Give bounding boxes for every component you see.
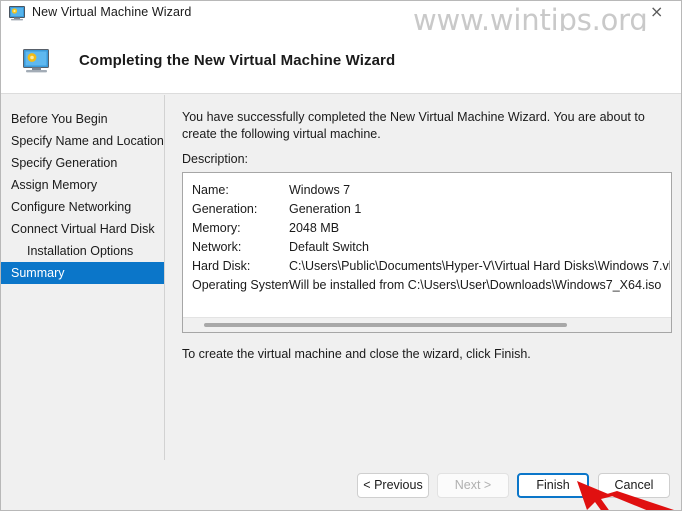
summary-row-value: C:\Users\Public\Documents\Hyper-V\Virtua… (289, 259, 670, 273)
summary-row-value: Windows 7 (289, 183, 351, 197)
sidebar-item-assign-memory[interactable]: Assign Memory (1, 174, 164, 196)
sidebar-item-configure-networking[interactable]: Configure Networking (1, 196, 164, 218)
summary-row-label: Operating System: (192, 278, 289, 292)
wizard-body: Before You Begin Specify Name and Locati… (1, 95, 681, 460)
horizontal-scrollbar-thumb[interactable] (204, 323, 567, 327)
close-glyph: × (650, 2, 664, 21)
summary-row: Network: Default Switch (192, 238, 670, 257)
summary-row-value: 2048 MB (289, 221, 340, 235)
summary-row-label: Network: (192, 240, 242, 254)
finish-button[interactable]: Finish (517, 473, 589, 498)
description-box: Name: Windows 7 Generation: Generation 1… (182, 172, 672, 333)
virtual-machine-monitor-icon (9, 6, 27, 22)
description-label: Description: (182, 152, 248, 166)
summary-row-value: Default Switch (289, 240, 369, 254)
wizard-footer: < Previous Next > Finish Cancel (1, 460, 681, 510)
summary-row-label: Generation: (192, 202, 258, 216)
wizard-steps-sidebar: Before You Begin Specify Name and Locati… (1, 95, 165, 460)
sidebar-item-specify-generation[interactable]: Specify Generation (1, 152, 164, 174)
close-icon[interactable]: × (637, 1, 681, 30)
summary-row: Operating System: Will be installed from… (192, 276, 670, 295)
sidebar-item-label: Configure Networking (11, 200, 132, 214)
previous-button[interactable]: < Previous (357, 473, 429, 498)
summary-row-value: Generation 1 (289, 202, 362, 216)
sidebar-item-label: Summary (11, 266, 65, 280)
finish-hint-text: To create the virtual machine and close … (182, 347, 531, 361)
summary-row: Name: Windows 7 (192, 181, 670, 200)
new-virtual-machine-wizard-window: New Virtual Machine Wizard × www.wintips… (0, 0, 682, 511)
summary-row-label: Name: (192, 183, 229, 197)
sidebar-item-label: Specify Generation (11, 156, 118, 170)
sidebar-item-summary[interactable]: Summary (1, 262, 164, 284)
summary-row-label: Hard Disk: (192, 259, 251, 273)
title-bar: New Virtual Machine Wizard × (1, 1, 681, 31)
cancel-button[interactable]: Cancel (598, 473, 670, 498)
sidebar-item-label: Assign Memory (11, 178, 98, 192)
sidebar-item-connect-virtual-hard-disk[interactable]: Connect Virtual Hard Disk (1, 218, 164, 240)
summary-row-label: Memory: (192, 221, 241, 235)
wizard-header: Completing the New Virtual Machine Wizar… (1, 31, 681, 94)
page-title: Completing the New Virtual Machine Wizar… (79, 52, 396, 69)
summary-row: Memory: 2048 MB (192, 219, 670, 238)
summary-pane: You have successfully completed the New … (166, 95, 681, 460)
sidebar-item-installation-options[interactable]: Installation Options (1, 240, 164, 262)
sidebar-item-before-you-begin[interactable]: Before You Begin (1, 108, 164, 130)
summary-row: Hard Disk: C:\Users\Public\Documents\Hyp… (192, 257, 670, 276)
sidebar-item-label: Specify Name and Location (11, 134, 164, 148)
window-title: New Virtual Machine Wizard (32, 5, 192, 19)
sidebar-item-label: Installation Options (27, 244, 134, 258)
summary-row-value: Will be installed from C:\Users\User\Dow… (289, 278, 662, 292)
sidebar-item-specify-name-and-location[interactable]: Specify Name and Location (1, 130, 164, 152)
horizontal-scrollbar[interactable] (183, 317, 671, 332)
intro-text: You have successfully completed the New … (182, 110, 645, 141)
summary-rows: Name: Windows 7 Generation: Generation 1… (192, 181, 670, 295)
next-button: Next > (437, 473, 509, 498)
sidebar-item-label: Connect Virtual Hard Disk (11, 222, 155, 236)
sidebar-item-label: Before You Begin (11, 112, 108, 126)
summary-row: Generation: Generation 1 (192, 200, 670, 219)
virtual-machine-monitor-icon (23, 49, 53, 76)
